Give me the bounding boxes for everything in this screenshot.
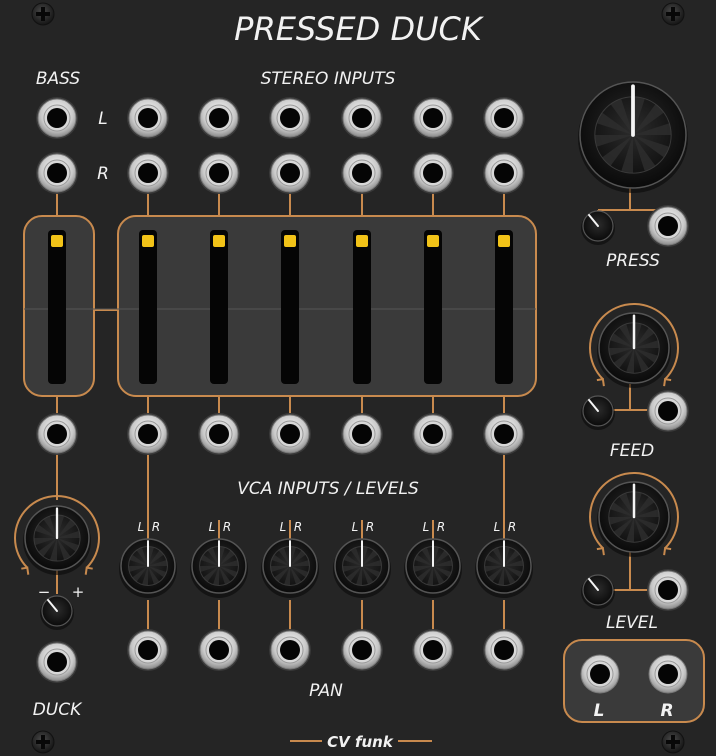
- vca-input-jack-5[interactable]: [412, 413, 454, 455]
- output-right-jack[interactable]: [647, 653, 689, 695]
- stereo-inputs-label: STEREO INPUTS: [261, 69, 396, 89]
- level-led: [213, 235, 225, 247]
- level-led: [427, 235, 439, 247]
- channel-level-meter-1: [139, 230, 157, 384]
- channel-level-meter-5: [424, 230, 442, 384]
- stereo-input-right-jack-6[interactable]: [483, 152, 525, 194]
- vca-input-jack-3[interactable]: [269, 413, 311, 455]
- stereo-input-left-jack-1[interactable]: [127, 97, 169, 139]
- vca-input-jack-4[interactable]: [341, 413, 383, 455]
- pan-label: PAN: [309, 681, 343, 701]
- stereo-input-right-jack-5[interactable]: [412, 152, 454, 194]
- output-left-jack[interactable]: [579, 653, 621, 695]
- vca-input-jack-1[interactable]: [127, 413, 169, 455]
- level-cv-input-jack[interactable]: [647, 569, 689, 611]
- duck-plus-label: +: [72, 583, 85, 601]
- pan-right-label: R: [437, 520, 445, 534]
- stereo-input-right-jack-1[interactable]: [127, 152, 169, 194]
- pan-cv-input-jack-4[interactable]: [341, 629, 383, 671]
- screw-icon: [661, 730, 685, 754]
- output-right-label: R: [660, 701, 673, 721]
- channel-level-meter-6: [495, 230, 513, 384]
- pan-cv-input-jack-6[interactable]: [483, 629, 525, 671]
- level-knob[interactable]: [597, 481, 671, 557]
- output-left-label: L: [594, 701, 605, 721]
- screw-icon: [31, 2, 55, 26]
- screw-icon: [31, 730, 55, 754]
- pan-cv-input-jack-2[interactable]: [198, 629, 240, 671]
- brand-label: CV funk: [327, 733, 394, 751]
- bass-vca-input-jack[interactable]: [36, 413, 78, 455]
- level-led: [51, 235, 63, 247]
- pan-left-label: L: [280, 520, 287, 534]
- pan-knob-1[interactable]: [119, 538, 177, 598]
- pan-range-labels: LRLRLRLRLRLR: [138, 520, 517, 534]
- stereo-input-left-jack-2[interactable]: [198, 97, 240, 139]
- pan-cv-input-jack-3[interactable]: [269, 629, 311, 671]
- bass-level-meter: [48, 230, 66, 384]
- pan-knob-4[interactable]: [333, 538, 391, 598]
- stereo-input-right-jack-4[interactable]: [341, 152, 383, 194]
- level-attenuverter-knob[interactable]: [581, 574, 615, 609]
- bass-label: BASS: [36, 69, 80, 89]
- press-label: PRESS: [606, 251, 660, 271]
- stereo-meter-box: [117, 215, 537, 397]
- feed-label: FEED: [610, 441, 654, 461]
- press-cv-input-jack[interactable]: [647, 205, 689, 247]
- pan-knob-3[interactable]: [261, 538, 319, 598]
- vca-input-jack-6[interactable]: [483, 413, 525, 455]
- level-label: LEVEL: [606, 613, 658, 633]
- pan-left-label: L: [423, 520, 430, 534]
- pan-knob-2[interactable]: [190, 538, 248, 598]
- pan-left-label: L: [138, 520, 145, 534]
- pan-right-label: R: [508, 520, 516, 534]
- pan-left-label: L: [352, 520, 359, 534]
- stereo-input-left-jack-3[interactable]: [269, 97, 311, 139]
- level-led: [356, 235, 368, 247]
- module-panel: PRESSED DUCK BASS STEREO INPUTS L R VCA …: [0, 0, 716, 756]
- level-led: [142, 235, 154, 247]
- vca-inputs-levels-label: VCA INPUTS / LEVELS: [237, 479, 419, 499]
- duck-attenuverter-knob[interactable]: [40, 595, 74, 630]
- duck-minus-label: −: [38, 583, 51, 601]
- feed-attenuverter-knob[interactable]: [581, 395, 615, 430]
- pan-right-label: R: [294, 520, 302, 534]
- duck-amount-knob[interactable]: [23, 505, 91, 575]
- channel-level-meter-2: [210, 230, 228, 384]
- pan-knob-5[interactable]: [404, 538, 462, 598]
- module-title: PRESSED DUCK: [234, 10, 485, 48]
- bass-input-right-jack[interactable]: [36, 152, 78, 194]
- level-led: [284, 235, 296, 247]
- duck-input-jack[interactable]: [36, 641, 78, 683]
- press-attenuverter-knob[interactable]: [581, 210, 615, 245]
- module-faceplate: PRESSED DUCK BASS STEREO INPUTS L R VCA …: [14, 2, 705, 754]
- stereo-input-right-jack-2[interactable]: [198, 152, 240, 194]
- vca-input-jack-2[interactable]: [198, 413, 240, 455]
- level-led: [498, 235, 510, 247]
- channel-level-meter-3: [281, 230, 299, 384]
- pan-left-label: L: [494, 520, 501, 534]
- stereo-input-left-jack-5[interactable]: [412, 97, 454, 139]
- screw-icon: [661, 2, 685, 26]
- right-row-label: R: [97, 164, 109, 184]
- stereo-input-left-jack-6[interactable]: [483, 97, 525, 139]
- pan-cv-input-jack-1[interactable]: [127, 629, 169, 671]
- press-knob[interactable]: [578, 81, 688, 193]
- feed-cv-input-jack[interactable]: [647, 390, 689, 432]
- pan-right-label: R: [152, 520, 160, 534]
- feed-knob[interactable]: [597, 312, 671, 388]
- stereo-input-left-jack-4[interactable]: [341, 97, 383, 139]
- pan-right-label: R: [223, 520, 231, 534]
- pan-right-label: R: [366, 520, 374, 534]
- duck-label: DUCK: [33, 700, 83, 720]
- left-row-label: L: [98, 109, 107, 129]
- pan-cv-input-jack-5[interactable]: [412, 629, 454, 671]
- stereo-input-right-jack-3[interactable]: [269, 152, 311, 194]
- channel-level-meter-4: [353, 230, 371, 384]
- pan-knob-6[interactable]: [475, 538, 533, 598]
- pan-left-label: L: [209, 520, 216, 534]
- bass-input-left-jack[interactable]: [36, 97, 78, 139]
